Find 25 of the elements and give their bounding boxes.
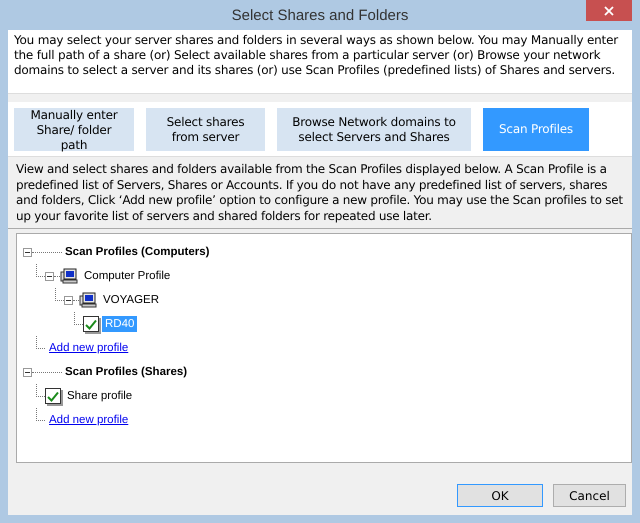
tree-item[interactable]: VOYAGER [100, 292, 162, 308]
collapse-toggle[interactable] [64, 296, 73, 304]
tree-group-label[interactable]: Scan Profiles (Shares) [65, 366, 188, 378]
add-profile-link[interactable]: Add new profile [49, 414, 128, 426]
mode-tab[interactable]: Manually enter Share/ folder path [14, 108, 134, 151]
ok-button[interactable]: OK [457, 484, 543, 507]
mode-tab[interactable]: Browse Network domains to select Servers and Shares [277, 108, 471, 151]
cancel-button[interactable]: Cancel [553, 484, 626, 507]
checkbox[interactable] [45, 388, 61, 404]
tree-item[interactable]: Share profile [64, 388, 136, 404]
computer-icon [60, 268, 78, 284]
checkbox[interactable] [83, 316, 99, 332]
collapse-toggle[interactable] [45, 272, 54, 280]
description-text: View and select shares and folders available from the Scan Profiles displayed below. A Scan Profile is a predefined list of Servers, Shares or Accounts. If you do not have any predefined list of servers, shares and folders, Click ‘Add new profile’ option to configure a new profile. You may use the Scan profiles to set up your favorite list of servers and shared folders for repeated use later. [8, 157, 632, 229]
add-profile-link[interactable]: Add new profile [49, 342, 128, 354]
window-title: Select Shares and Folders [232, 6, 408, 24]
close-button[interactable] [586, 0, 632, 21]
mode-tab[interactable]: Select shares from server [146, 108, 265, 151]
collapse-toggle[interactable] [23, 248, 32, 256]
tree-item[interactable]: Computer Profile [81, 268, 174, 284]
collapse-toggle[interactable] [23, 368, 32, 376]
close-icon [604, 6, 614, 16]
tree-group-label[interactable]: Scan Profiles (Computers) [65, 246, 210, 258]
computer-icon [79, 292, 97, 308]
intro-text: You may select your server shares and folders in several ways as shown below. You may Manually enter the full path of a share (or) Select available shares from a particular server (or) Browse your network domains to select a server and its shares (or) use Scan Profiles (predefined lists) of Shares and servers. [8, 30, 632, 94]
